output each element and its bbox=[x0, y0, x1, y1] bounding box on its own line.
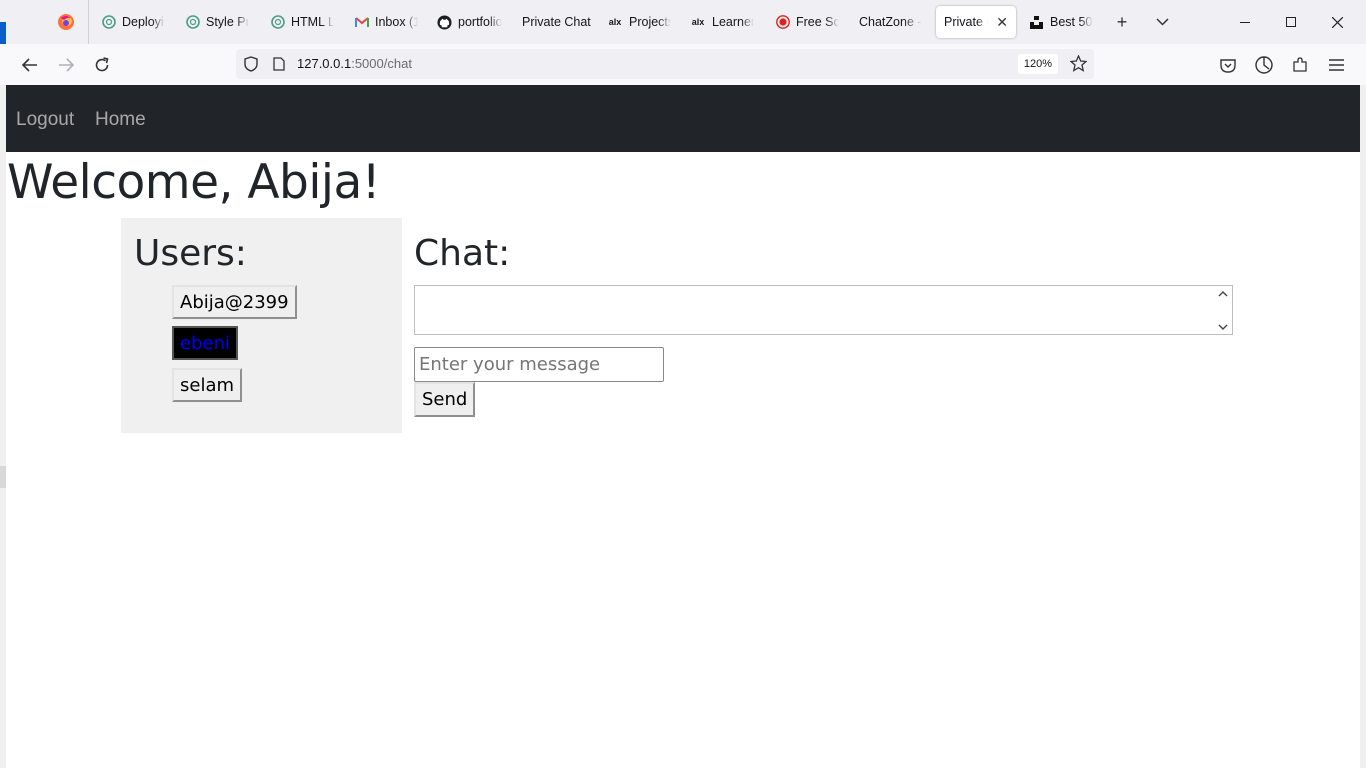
alx-icon: alx bbox=[691, 17, 705, 27]
chatgpt-icon bbox=[270, 15, 285, 30]
tab-inbox[interactable]: Inbox (1 bbox=[354, 6, 418, 38]
back-icon[interactable] bbox=[18, 53, 42, 77]
tab-style[interactable]: Style Pr bbox=[185, 6, 249, 38]
tab-label: Style Pr bbox=[206, 15, 249, 29]
tab-separator bbox=[88, 0, 89, 44]
gmail-icon bbox=[354, 15, 369, 30]
logout-link[interactable]: Logout bbox=[16, 109, 74, 131]
tab-html[interactable]: HTML L bbox=[270, 6, 334, 38]
user-button-ebeni[interactable]: ebeni bbox=[172, 326, 238, 360]
scroll-up-icon[interactable] bbox=[1218, 289, 1228, 299]
close-window-icon[interactable] bbox=[1314, 0, 1360, 44]
tab-label: Inbox (1 bbox=[375, 15, 418, 29]
alx-icon: alx bbox=[608, 17, 622, 27]
reload-icon[interactable] bbox=[90, 53, 114, 77]
url-text[interactable]: 127.0.0.1:5000/chat bbox=[297, 56, 412, 71]
tab-label: Free Scr bbox=[796, 15, 839, 29]
record-icon bbox=[775, 15, 790, 30]
url-path: :5000/chat bbox=[351, 56, 412, 71]
user-button-selam[interactable]: selam bbox=[172, 368, 243, 402]
firefox-icon[interactable] bbox=[57, 13, 75, 31]
window-right-edge bbox=[1360, 85, 1366, 768]
close-tab-icon[interactable]: ✕ bbox=[996, 14, 1008, 31]
users-panel: Users: Abija@2399 ebeni selam bbox=[121, 218, 402, 433]
tab-projects[interactable]: alx Projects bbox=[607, 6, 671, 38]
browser-toolbar: 127.0.0.1:5000/chat 120% bbox=[0, 44, 1366, 86]
tab-label: Deploying bbox=[122, 15, 165, 29]
tab-label: Private Chat bbox=[522, 15, 591, 29]
forward-icon[interactable] bbox=[54, 53, 78, 77]
bookmark-star-icon[interactable] bbox=[1069, 54, 1088, 77]
home-link[interactable]: Home bbox=[95, 109, 146, 131]
app-navbar: Logout Home bbox=[6, 85, 1360, 152]
pocket-icon[interactable] bbox=[1216, 53, 1240, 77]
tab-label: ChatZone - bbox=[859, 15, 922, 29]
tracking-protection-icon[interactable] bbox=[244, 56, 258, 77]
tab-label: HTML L bbox=[291, 15, 334, 29]
page-info-icon[interactable] bbox=[273, 57, 285, 76]
github-icon bbox=[437, 14, 452, 30]
tab-private-chat[interactable]: Private Chat bbox=[522, 6, 592, 38]
taskbar-edge bbox=[0, 22, 6, 44]
new-tab-icon[interactable]: + bbox=[1111, 11, 1133, 33]
tab-label: Best 500 bbox=[1050, 15, 1093, 29]
chatgpt-icon bbox=[101, 15, 116, 30]
scroll-down-icon[interactable] bbox=[1218, 322, 1228, 332]
send-button[interactable]: Send bbox=[414, 382, 476, 417]
message-input[interactable] bbox=[414, 347, 664, 382]
chatgpt-icon bbox=[185, 15, 200, 30]
chat-scrollbar[interactable] bbox=[1214, 286, 1232, 334]
extensions-icon[interactable] bbox=[1288, 53, 1312, 77]
users-title: Users: bbox=[134, 233, 247, 274]
tab-deploying[interactable]: Deploying bbox=[101, 6, 165, 38]
tab-chatzone[interactable]: ChatZone - bbox=[859, 6, 923, 38]
zoom-indicator[interactable]: 120% bbox=[1018, 54, 1058, 74]
maximize-icon[interactable] bbox=[1268, 0, 1314, 44]
unsplash-icon bbox=[1029, 15, 1044, 30]
tab-label: Private C bbox=[944, 15, 988, 29]
tab-label: Learner bbox=[712, 15, 754, 29]
tab-best-500[interactable]: Best 500 bbox=[1029, 6, 1093, 38]
welcome-heading: Welcome, Abija! bbox=[7, 155, 381, 210]
browser-tab-bar: Deploying Style Pr HTML L Inbox (1 portf… bbox=[0, 0, 1366, 44]
tab-label: portfolio bbox=[458, 15, 503, 29]
address-bar[interactable]: 127.0.0.1:5000/chat 120% bbox=[236, 49, 1094, 79]
tab-portfolio[interactable]: portfolio bbox=[437, 6, 503, 38]
tab-label: Projects bbox=[629, 15, 671, 29]
minimize-icon[interactable] bbox=[1222, 0, 1268, 44]
list-tabs-icon[interactable] bbox=[1151, 11, 1173, 33]
chat-title: Chat: bbox=[414, 233, 511, 274]
user-button-abija[interactable]: Abija@2399 bbox=[172, 285, 297, 319]
menu-icon[interactable] bbox=[1324, 53, 1348, 77]
tab-private-chat-active[interactable]: Private C ✕ bbox=[936, 6, 1016, 38]
page-viewport: Logout Home Welcome, Abija! Users: Abija… bbox=[6, 85, 1360, 768]
account-icon[interactable] bbox=[1252, 53, 1276, 77]
chat-messages-box[interactable] bbox=[414, 285, 1233, 335]
tab-free-screen[interactable]: Free Scr bbox=[775, 6, 839, 38]
url-host: 127.0.0.1 bbox=[297, 56, 352, 71]
tab-learner[interactable]: alx Learner bbox=[690, 6, 754, 38]
